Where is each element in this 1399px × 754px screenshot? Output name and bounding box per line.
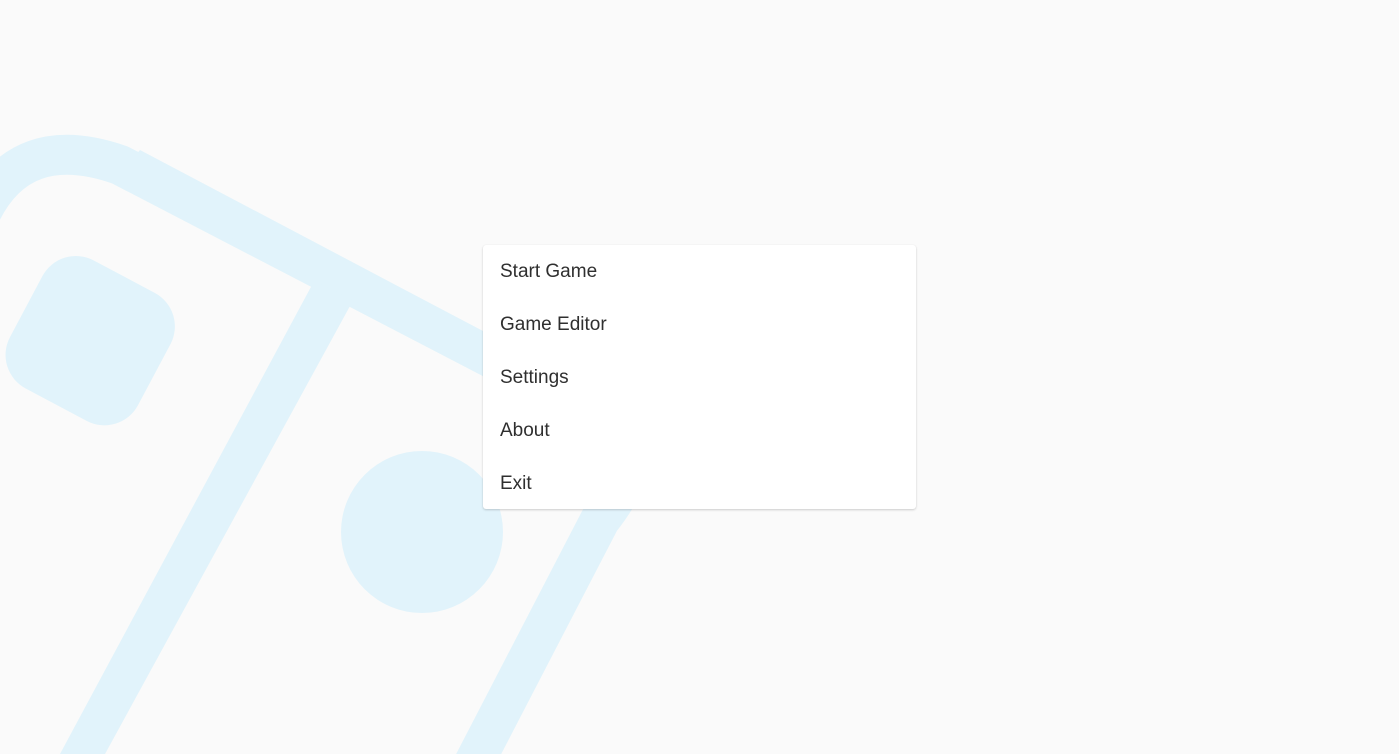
menu-item-label: Start Game	[500, 260, 598, 282]
menu-item-settings[interactable]: Settings	[483, 351, 916, 404]
menu-item-label: About	[500, 419, 550, 441]
menu-item-exit[interactable]: Exit	[483, 457, 916, 510]
menu-item-label: Game Editor	[500, 313, 607, 335]
menu-item-game-editor[interactable]: Game Editor	[483, 298, 916, 351]
menu-item-label: Exit	[500, 472, 532, 494]
main-menu: Start Game Game Editor Settings About Ex…	[483, 245, 916, 509]
controller-button-square	[5, 256, 175, 426]
menu-item-about[interactable]: About	[483, 404, 916, 457]
menu-item-start-game[interactable]: Start Game	[483, 245, 916, 298]
controller-button-circle	[341, 451, 503, 613]
menu-item-label: Settings	[500, 366, 569, 388]
